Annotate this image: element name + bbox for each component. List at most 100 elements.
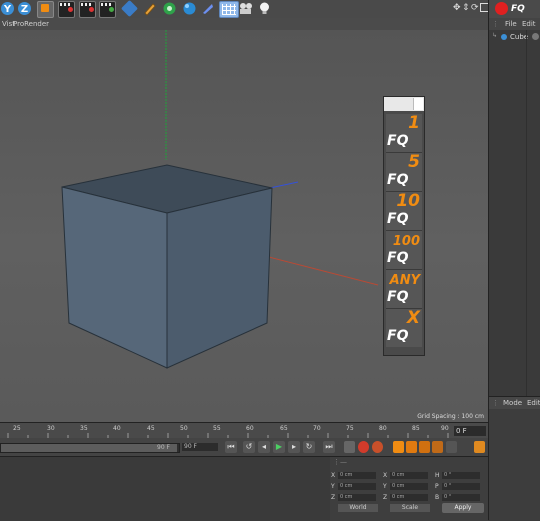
tick-label: 60: [246, 425, 254, 432]
record-active-icon[interactable]: [358, 441, 369, 453]
rotation-p-field[interactable]: 0 °: [442, 483, 480, 490]
param-key-icon[interactable]: [432, 441, 443, 453]
camera-button[interactable]: [237, 1, 255, 16]
object-menu-edit[interactable]: Edit: [522, 20, 536, 28]
fq-button-label: FQ: [387, 289, 409, 305]
fq-x-button[interactable]: X FQ: [386, 308, 422, 347]
coordinate-system-button[interactable]: [37, 1, 54, 18]
fq-button-label: FQ: [387, 250, 409, 266]
coordinate-icon: [41, 4, 49, 12]
rotate-key-icon[interactable]: [419, 441, 430, 453]
coord-label: Y: [383, 483, 387, 490]
apply-button[interactable]: Apply: [442, 503, 484, 513]
record-keys-icon[interactable]: [344, 441, 355, 453]
render-view-button[interactable]: [58, 1, 75, 18]
position-y-field[interactable]: 0 cm: [338, 483, 376, 490]
fq-button-label: FQ: [387, 172, 409, 188]
tick-label: 80: [379, 425, 387, 432]
object-row-cube[interactable]: ↳ Cube: [489, 32, 540, 42]
size-mode-select[interactable]: Scale: [390, 504, 430, 512]
position-x-field[interactable]: 0 cm: [338, 472, 376, 479]
menu-icon: —: [340, 458, 347, 466]
size-z-field[interactable]: 0 cm: [390, 494, 428, 501]
end-frame-field[interactable]: 90 F: [182, 443, 218, 451]
material-manager-area: [0, 456, 330, 521]
object-menu-file[interactable]: File: [505, 20, 517, 28]
y-axis-lock-button[interactable]: Y: [1, 2, 14, 15]
expand-icon: ↳: [492, 32, 498, 39]
move-view-icon[interactable]: ✥: [453, 3, 461, 13]
fq-10-button[interactable]: 10 FQ: [386, 191, 422, 231]
position-z-field[interactable]: 0 cm: [338, 494, 376, 501]
rotation-b-field[interactable]: 0 °: [442, 494, 480, 501]
array-icon: [183, 2, 196, 15]
size-x-field[interactable]: 0 cm: [390, 472, 428, 479]
current-frame-field[interactable]: 0 F: [454, 426, 486, 436]
fq-1-button[interactable]: 1 FQ: [386, 113, 422, 153]
attribute-menu-mode[interactable]: Mode: [503, 399, 522, 407]
light-bulb-icon: [260, 2, 269, 14]
fq-button-label: FQ: [387, 328, 409, 344]
subdivision-button[interactable]: [162, 1, 177, 16]
fq-palette: 1 FQ 5 FQ 10 FQ 100 FQ ANY FQ X FQ: [383, 96, 425, 356]
pen-tool-button[interactable]: [142, 1, 157, 16]
right-dock: FQ ⋮ File Edit ↳ Cube ⋮ Mode Edit: [488, 0, 540, 520]
z-axis-lock-button[interactable]: Z: [18, 2, 31, 15]
floor-button[interactable]: [219, 1, 239, 18]
fq-100-button[interactable]: 100 FQ: [386, 231, 422, 270]
grip-icon: ⋮: [492, 20, 499, 28]
render-picture-viewer-button[interactable]: [79, 1, 96, 18]
go-to-end-icon[interactable]: ⏭: [323, 441, 335, 453]
render-settings-button[interactable]: [99, 1, 116, 18]
zoom-view-icon[interactable]: ⇕: [462, 3, 470, 13]
close-icon[interactable]: [413, 98, 423, 110]
tick-label: 70: [313, 425, 321, 432]
tick-label: 85: [412, 425, 420, 432]
attribute-menu-edit[interactable]: Edit: [527, 399, 540, 407]
cube-icon: [501, 34, 507, 40]
fq-button-number: X: [406, 308, 420, 328]
point-level-icon[interactable]: [446, 441, 457, 453]
coordinate-space-select[interactable]: World: [338, 504, 378, 512]
timeline-window-icon[interactable]: [474, 441, 485, 453]
floor-grid-icon: [222, 4, 236, 15]
autokey-icon[interactable]: [372, 441, 383, 453]
next-frame-icon[interactable]: ▸: [288, 441, 300, 453]
rotate-view-icon[interactable]: ⟳: [471, 3, 479, 13]
object-list: ↳ Cube: [489, 30, 540, 396]
next-key-icon[interactable]: ↻: [303, 441, 315, 453]
cube-primitive-button[interactable]: [121, 0, 138, 17]
cube-object[interactable]: [60, 160, 275, 375]
fq-plugin-icon[interactable]: [495, 2, 508, 15]
frame-range-slider[interactable]: 90 F: [0, 443, 180, 453]
previous-key-icon[interactable]: ↺: [243, 441, 255, 453]
visibility-icon[interactable]: [532, 33, 539, 40]
tick-label: 90: [441, 425, 449, 432]
light-button[interactable]: [257, 1, 272, 16]
main-toolbar: Y Z ✥ ⇕ ⟳: [0, 0, 489, 19]
viewport-menu-item[interactable]: ProRender: [13, 20, 49, 28]
range-end-label: 90 F: [157, 444, 170, 451]
tick-label: 25: [13, 425, 21, 432]
fq-button-label: FQ: [387, 211, 409, 227]
fq-any-button[interactable]: ANY FQ: [386, 270, 422, 309]
move-key-icon[interactable]: [393, 441, 404, 453]
play-icon[interactable]: ▶: [273, 441, 285, 453]
deformer-button[interactable]: [200, 1, 215, 16]
tick-label: 50: [180, 425, 188, 432]
go-to-start-icon[interactable]: ⏮: [225, 441, 237, 453]
size-y-field[interactable]: 0 cm: [390, 483, 428, 490]
range-slider-fill: [1, 444, 177, 452]
fq-palette-header[interactable]: [384, 97, 424, 111]
rotation-h-field[interactable]: 0 °: [442, 472, 480, 479]
tick-label: 65: [280, 425, 288, 432]
column-divider: [526, 30, 527, 396]
clapper-icon: [109, 7, 114, 12]
coord-label: X: [383, 472, 388, 479]
fq-5-button[interactable]: 5 FQ: [386, 152, 422, 192]
tick-label: 45: [147, 425, 155, 432]
timeline-ruler[interactable]: 25 30 35 40 45 50 55 60 65 70 75 80 85 9…: [0, 422, 488, 439]
array-button[interactable]: [182, 1, 197, 16]
previous-frame-icon[interactable]: ◂: [258, 441, 270, 453]
scale-key-icon[interactable]: [406, 441, 417, 453]
